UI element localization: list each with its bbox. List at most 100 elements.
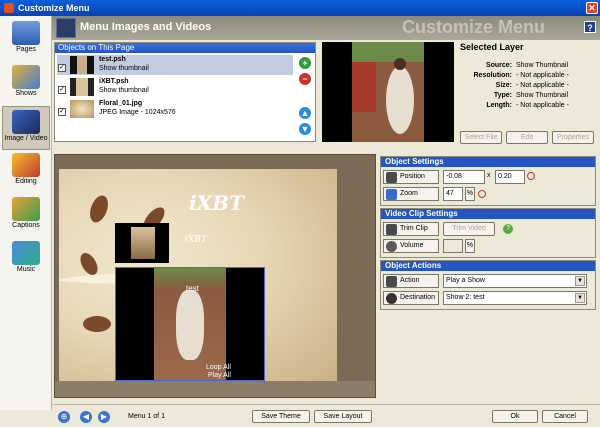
layer-info-row: Resolution: - Not applicable - — [456, 72, 596, 82]
info-key: Source: — [485, 62, 512, 69]
layer-info-row: Type: Show Thumbnail — [456, 92, 596, 102]
destination-row: Destination Show 2: test ▼ — [383, 291, 595, 305]
trim-label: Trim Clip — [383, 222, 439, 236]
layer-info-row: Source: Show Thumbnail — [456, 62, 596, 72]
nav-label: Music — [16, 266, 36, 273]
cancel-button[interactable]: Cancel — [542, 410, 588, 423]
info-icon[interactable]: ? — [503, 224, 513, 234]
position-label: Position — [383, 170, 439, 184]
chevron-down-icon[interactable]: ▼ — [575, 276, 585, 286]
next-icon[interactable]: ▶ — [98, 411, 110, 423]
save-layout-button[interactable]: Save Layout — [314, 410, 372, 423]
move-down-icon[interactable]: ▼ — [299, 123, 311, 135]
visibility-checkbox[interactable]: ✓ — [58, 64, 66, 72]
thumbnail — [70, 56, 94, 74]
window-titlebar: Customize Menu ✕ — [0, 0, 600, 16]
move-icon — [386, 172, 397, 183]
list-item[interactable]: ✓ test.psh Show thumbnail — [57, 55, 293, 75]
list-item[interactable]: ✓ iXBT.psh Show thumbnail — [57, 77, 293, 97]
layer-preview — [322, 42, 454, 142]
object-settings-section: Object Settings Position -0.08 x 0.20 Zo… — [380, 156, 596, 206]
object-desc: Show thumbnail — [99, 87, 149, 94]
show-thumb-test[interactable]: test Loop All Play All — [115, 267, 265, 381]
left-nav: Pages Shows Image / Video Editing Captio… — [0, 16, 52, 410]
ok-button[interactable]: Ok — [492, 410, 538, 423]
chevron-down-icon[interactable]: ▼ — [575, 293, 585, 303]
trim-row: Trim Clip Trim Video ? — [383, 222, 595, 236]
action-text: Action — [400, 277, 420, 284]
position-y-input[interactable]: 0.20 — [495, 170, 525, 184]
position-row: Position -0.08 x 0.20 — [383, 170, 595, 184]
nav-item-music[interactable]: Music — [2, 238, 50, 282]
music-icon — [12, 241, 40, 265]
position-x-input[interactable]: -0.08 — [443, 170, 485, 184]
help-icon[interactable]: ? — [584, 21, 596, 33]
preview-image — [352, 42, 424, 142]
nav-item-pages[interactable]: Pages — [2, 18, 50, 62]
header-watermark: Customize Menu — [402, 17, 546, 37]
zoom-text: Zoom — [400, 190, 418, 197]
nav-label: Image / Video — [4, 135, 48, 142]
nav-label: Pages — [16, 46, 36, 53]
zoom-preview-icon[interactable]: ⊕ — [58, 411, 70, 423]
nav-item-editing[interactable]: Editing — [2, 150, 50, 194]
info-value: - Not applicable - — [516, 72, 569, 79]
info-key: Size: — [495, 82, 512, 89]
menu-canvas[interactable]: iXBT iXBT test Loop All Play All — [59, 169, 337, 391]
volume-row: Volume % — [383, 239, 595, 253]
info-value: Show Thumbnail — [516, 92, 569, 99]
action-select[interactable]: Play a Show ▼ — [443, 274, 587, 288]
select-file-button[interactable]: Select File — [460, 131, 502, 144]
object-settings-title: Object Settings — [381, 157, 595, 167]
nav-item-shows[interactable]: Shows — [2, 62, 50, 106]
move-up-icon[interactable]: ▲ — [299, 107, 311, 119]
destination-select[interactable]: Show 2: test ▼ — [443, 291, 587, 305]
action-label: Action — [383, 274, 439, 288]
list-item[interactable]: ✓ Floral_01.jpg JPEG Image - 1024x576 — [57, 99, 293, 119]
menu-item-play-all: Play All — [208, 372, 231, 379]
zoom-label: Zoom — [383, 187, 439, 201]
window-title: Customize Menu — [18, 3, 90, 13]
remove-icon[interactable]: − — [299, 73, 311, 85]
edit-button[interactable]: Edit — [506, 131, 548, 144]
save-theme-button[interactable]: Save Theme — [252, 410, 310, 423]
zoom-icon — [386, 189, 397, 200]
reset-zoom-icon[interactable] — [478, 190, 486, 198]
reset-position-icon[interactable] — [527, 172, 535, 180]
show-thumb-ixbt[interactable] — [115, 223, 169, 263]
visibility-checkbox[interactable]: ✓ — [58, 108, 66, 116]
object-name: iXBT.psh — [99, 78, 129, 85]
trim-video-button[interactable]: Trim Video — [443, 222, 495, 236]
properties-button[interactable]: Properties — [552, 131, 594, 144]
info-key: Type: — [493, 92, 512, 99]
info-key: Resolution: — [473, 72, 513, 79]
position-separator: x — [487, 172, 491, 179]
nav-label: Captions — [12, 222, 40, 229]
thumb-caption: iXBT — [185, 235, 207, 245]
destination-text: Destination — [400, 294, 436, 301]
zoom-input[interactable]: 47 — [443, 187, 463, 201]
volume-label: Volume — [383, 239, 439, 253]
canvas-title: iXBT — [189, 191, 244, 215]
nav-item-image-video[interactable]: Image / Video — [2, 106, 50, 150]
close-icon[interactable]: ✕ — [586, 2, 598, 14]
hand-icon — [386, 276, 397, 287]
objects-panel-title: Objects on This Page — [55, 43, 315, 53]
previous-icon[interactable]: ◀ — [80, 411, 92, 423]
target-icon — [386, 293, 397, 304]
nav-item-captions[interactable]: Captions — [2, 194, 50, 238]
add-icon[interactable]: + — [299, 57, 311, 69]
volume-input[interactable] — [443, 239, 463, 253]
visibility-checkbox[interactable]: ✓ — [58, 86, 66, 94]
thumbnail — [70, 78, 94, 96]
action-value: Play a Show — [446, 277, 485, 284]
image-video-icon — [12, 110, 40, 134]
object-name: Floral_01.jpg — [99, 100, 143, 107]
volume-unit: % — [465, 239, 475, 253]
objects-panel: Objects on This Page ✓ test.psh Show thu… — [54, 42, 316, 142]
selected-layer-panel: Selected Layer Source: Show Thumbnail Re… — [456, 42, 596, 147]
video-clip-settings-section: Video Clip Settings Trim Clip Trim Video… — [380, 208, 596, 258]
action-row: Action Play a Show ▼ — [383, 274, 595, 288]
captions-icon — [12, 197, 40, 221]
info-value: Show Thumbnail — [516, 62, 569, 69]
